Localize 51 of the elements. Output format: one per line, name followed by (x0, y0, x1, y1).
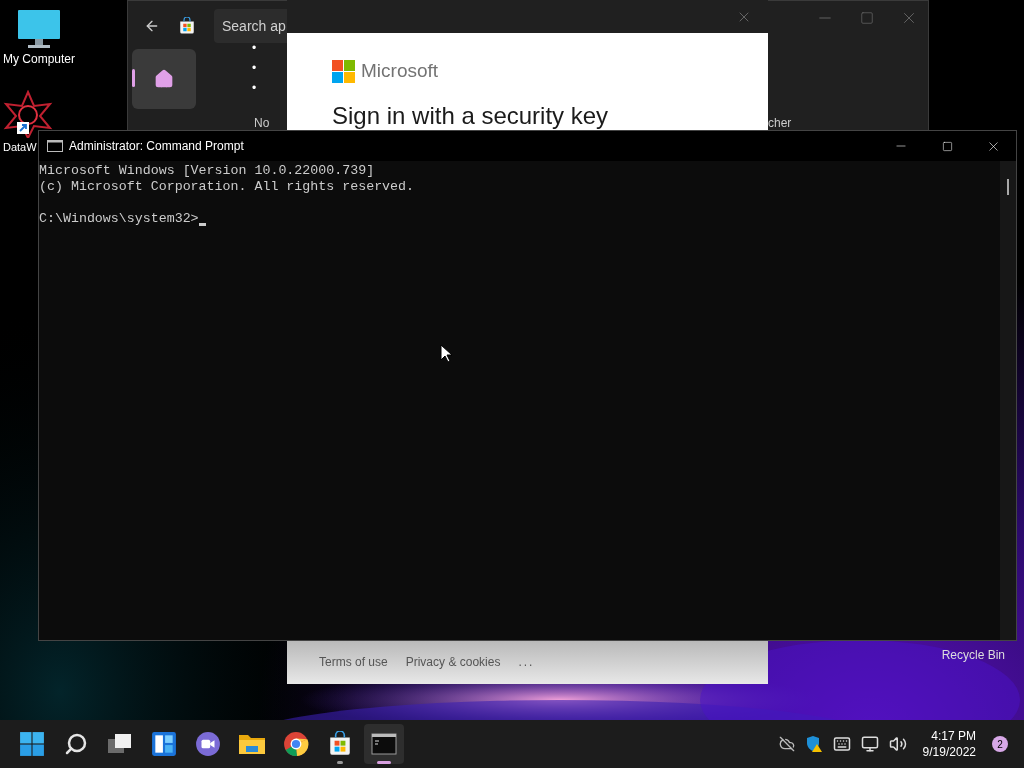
folder-icon (238, 732, 266, 756)
terminal-icon (371, 732, 397, 756)
date-text: 9/19/2022 (922, 744, 976, 760)
bullet: • (252, 81, 257, 95)
back-icon[interactable] (144, 18, 160, 34)
window-title: Administrator: Command Prompt (69, 138, 244, 155)
time-text: 4:17 PM (931, 728, 976, 744)
task-view-icon (107, 732, 133, 756)
browser-icon (283, 731, 309, 757)
notification-badge[interactable]: 2 (992, 736, 1008, 752)
taskbar-button[interactable] (364, 724, 404, 764)
store-bag-icon (178, 17, 196, 35)
search-icon (64, 732, 88, 756)
mouse-pointer-icon (440, 344, 452, 363)
monitor-icon (17, 8, 61, 50)
footer-link[interactable]: Terms of use (319, 653, 388, 671)
home-icon (154, 69, 174, 89)
selection-indicator (132, 69, 135, 87)
desktop-icon-label[interactable]: DataW (3, 140, 37, 154)
scrollbar[interactable] (1000, 161, 1016, 640)
cloud-off-icon[interactable] (778, 736, 795, 752)
network-icon[interactable] (860, 735, 879, 753)
running-indicator (337, 761, 343, 764)
desktop-icon-label[interactable]: Recycle Bin (941, 646, 1005, 664)
partial-text: cher (768, 117, 792, 130)
desktop-icon-label[interactable]: My Computer (3, 52, 75, 66)
shield-warning-icon[interactable] (804, 735, 823, 753)
partial-text: No (254, 117, 270, 130)
volume-icon[interactable] (888, 735, 907, 753)
windows-logo-icon (19, 731, 45, 757)
maximize-icon (941, 140, 953, 152)
console-icon (47, 140, 63, 152)
home-nav-item[interactable] (132, 49, 196, 109)
clock[interactable]: 4:17 PM 9/19/2022 (922, 728, 976, 760)
keyboard-icon[interactable] (832, 735, 851, 753)
footer-link[interactable]: Privacy & cookies (405, 653, 501, 671)
bullet: • (252, 61, 257, 75)
bullet: • (252, 41, 257, 55)
more-button[interactable]: ... (518, 653, 535, 671)
text-cursor (198, 223, 206, 226)
console-line: (c) Microsoft Corporation. All rights reserved. (39, 179, 415, 195)
microsoft-logo-icon (332, 59, 355, 83)
dialog-heading: Sign in with a security key (332, 100, 610, 131)
star-shortcut-icon (3, 90, 53, 138)
console-line: C:\Windows\system32> (39, 211, 199, 227)
store-bag-icon (327, 731, 353, 757)
brand-name: Microsoft (361, 59, 439, 83)
widgets-icon (151, 731, 177, 757)
video-chat-icon (195, 731, 221, 757)
running-indicator (377, 761, 391, 764)
console-line: Microsoft Windows [Version 10.0.22000.739] (39, 163, 375, 179)
